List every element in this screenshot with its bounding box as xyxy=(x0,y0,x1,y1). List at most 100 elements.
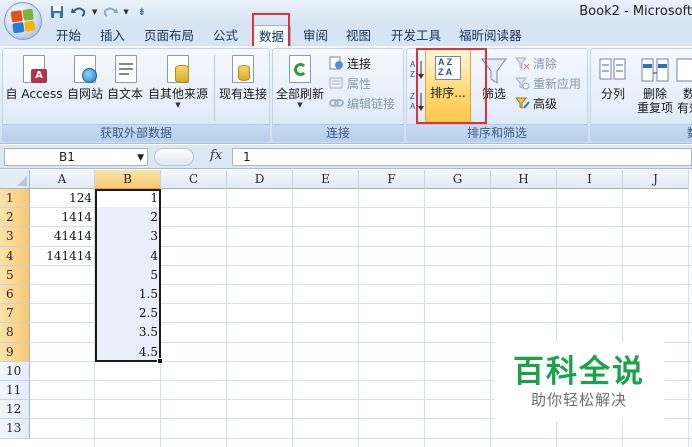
clear-button[interactable]: 清除 xyxy=(514,54,557,72)
redo-dropdown-icon[interactable]: ▼ xyxy=(123,8,128,16)
cell-a8[interactable] xyxy=(30,323,95,342)
reapply-button[interactable]: 重新应用 xyxy=(514,74,581,92)
tab-foxit-reader[interactable]: 福昕阅读器 xyxy=(453,25,528,46)
refresh-dropdown-icon: ▼ xyxy=(297,101,303,109)
tab-developer[interactable]: 开发工具 xyxy=(385,25,447,46)
save-icon[interactable] xyxy=(48,4,66,20)
column-header-c[interactable]: C xyxy=(161,170,227,189)
advanced-filter-icon xyxy=(514,96,530,110)
row-header-3[interactable]: 3 xyxy=(0,227,30,247)
tab-review[interactable]: 审阅 xyxy=(297,25,334,46)
cell-b4[interactable]: 4 xyxy=(95,247,161,266)
cell-a1[interactable]: 124 xyxy=(30,189,95,208)
cell-a7[interactable] xyxy=(30,304,95,323)
cell-b8[interactable]: 3.5 xyxy=(95,323,161,342)
formula-bar-handle[interactable] xyxy=(154,148,194,166)
column-header-d[interactable]: D xyxy=(227,170,293,189)
from-text-button[interactable]: 自文本 xyxy=(105,51,145,101)
sort-z-to-a-button[interactable]: ZA xyxy=(410,89,426,111)
name-box[interactable]: B1 ▼ xyxy=(4,148,148,166)
row-header-1[interactable]: 1 xyxy=(0,189,30,209)
cell-b7[interactable]: 2.5 xyxy=(95,304,161,323)
insert-function-icon[interactable]: fx xyxy=(210,148,222,163)
refresh-all-button[interactable]: 全部刷新 ▼ xyxy=(275,51,325,109)
tab-view[interactable]: 视图 xyxy=(340,25,377,46)
tab-insert[interactable]: 插入 xyxy=(94,25,131,46)
edit-links-button[interactable]: 编辑链接 xyxy=(329,94,395,112)
filter-button[interactable]: 筛选 xyxy=(477,51,511,101)
text-to-columns-button[interactable]: 分列 xyxy=(593,51,633,101)
cell-b2[interactable]: 2 xyxy=(95,208,161,227)
column-header-h[interactable]: H xyxy=(491,170,557,189)
undo-icon[interactable] xyxy=(70,4,88,20)
cell-b6[interactable]: 1.5 xyxy=(95,285,161,304)
from-other-sources-button[interactable]: 自其他来源 ▼ xyxy=(145,51,211,109)
row-header-9[interactable]: 9 xyxy=(0,342,30,362)
from-web-button[interactable]: 自网站 xyxy=(65,51,105,101)
grid-column-line xyxy=(358,189,359,447)
svg-text:A: A xyxy=(410,102,416,111)
remove-duplicates-button[interactable]: 删除 重复项 xyxy=(635,51,675,115)
grid-column-line xyxy=(490,189,491,447)
column-header-j[interactable]: J xyxy=(623,170,689,189)
row-header-6[interactable]: 6 xyxy=(0,285,30,305)
cell-b9[interactable]: 4.5 xyxy=(95,343,161,362)
cell-a5[interactable] xyxy=(30,266,95,285)
watermark: 百科全说 助你轻松解决 xyxy=(494,342,664,422)
other-sources-icon xyxy=(163,53,193,87)
watermark-title: 百科全说 xyxy=(513,354,645,390)
row-header-10[interactable]: 10 xyxy=(0,361,30,381)
tab-page-layout[interactable]: 页面布局 xyxy=(138,25,200,46)
cell-a4[interactable]: 141414 xyxy=(30,247,95,266)
properties-button[interactable]: 属性 xyxy=(329,74,371,92)
fill-handle[interactable] xyxy=(157,358,163,364)
row-header-12[interactable]: 12 xyxy=(0,400,30,420)
tab-data[interactable]: 数据 xyxy=(252,25,292,46)
formula-input[interactable]: 1 xyxy=(232,148,692,166)
sort-icon: A ZZ A xyxy=(433,52,463,86)
cell-b1[interactable]: 1 xyxy=(95,189,161,208)
row-header-4[interactable]: 4 xyxy=(0,246,30,266)
column-header-b[interactable]: B xyxy=(95,170,161,189)
cell-a6[interactable] xyxy=(30,285,95,304)
office-button[interactable] xyxy=(4,2,42,40)
row-header-13[interactable]: 13 xyxy=(0,419,30,439)
row-header-11[interactable]: 11 xyxy=(0,381,30,401)
tab-formulas[interactable]: 公式 xyxy=(207,25,244,46)
row-header-5[interactable]: 5 xyxy=(0,265,30,285)
group-sort-filter: AZ ZA A ZZ A 排序... 筛选 清除 重新应用 高级 排序和筛选 xyxy=(406,48,588,142)
sort-ascending-icon: AZ xyxy=(410,59,425,79)
column-header-g[interactable]: G xyxy=(425,170,491,189)
text-to-columns-icon xyxy=(598,53,628,87)
row-header-2[interactable]: 2 xyxy=(0,208,30,228)
data-validation-button[interactable]: 数 有效 xyxy=(676,51,692,115)
formula-bar: B1 ▼ fx 1 xyxy=(0,145,692,169)
cell-a9[interactable] xyxy=(30,343,95,362)
name-box-dropdown-icon[interactable]: ▼ xyxy=(137,150,144,166)
undo-dropdown-icon[interactable]: ▼ xyxy=(92,8,97,16)
cell-b5[interactable]: 5 xyxy=(95,266,161,285)
tab-home[interactable]: 开始 xyxy=(50,25,87,46)
column-header-i[interactable]: I xyxy=(557,170,623,189)
advanced-filter-button[interactable]: 高级 xyxy=(514,94,557,112)
connections-button[interactable]: 连接 xyxy=(329,54,371,72)
customize-qat-icon[interactable]: ⇟ xyxy=(133,4,151,20)
column-header-e[interactable]: E xyxy=(293,170,359,189)
select-all-corner[interactable] xyxy=(0,170,30,189)
cell-a2[interactable]: 1414 xyxy=(30,208,95,227)
from-access-button[interactable]: A 自 Access xyxy=(5,51,63,101)
column-header-f[interactable]: F xyxy=(359,170,425,189)
cell-a3[interactable]: 41414 xyxy=(30,227,95,246)
grid-column-line xyxy=(424,189,425,447)
remove-duplicates-icon xyxy=(640,53,670,87)
existing-connections-button[interactable]: 现有连接 xyxy=(217,51,269,101)
sort-a-to-z-button[interactable]: AZ xyxy=(410,57,426,79)
watermark-subtitle: 助你轻松解决 xyxy=(530,391,627,409)
cell-b3[interactable]: 3 xyxy=(95,227,161,246)
quick-access-toolbar: ▼ ▼ ⇟ xyxy=(48,3,151,21)
redo-icon[interactable] xyxy=(101,4,119,20)
sort-button[interactable]: A ZZ A 排序... xyxy=(425,49,471,123)
row-header-7[interactable]: 7 xyxy=(0,304,30,324)
row-header-8[interactable]: 8 xyxy=(0,323,30,343)
column-header-a[interactable]: A xyxy=(30,170,95,189)
